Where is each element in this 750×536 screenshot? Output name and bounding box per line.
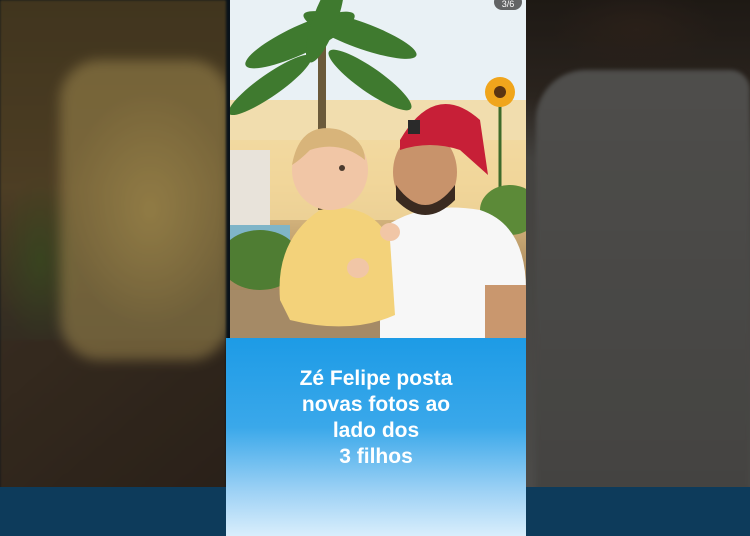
story-card[interactable]: 3/6 Zé Felipe posta novas fotos ao lado … bbox=[226, 0, 526, 536]
caption-line: lado dos bbox=[332, 419, 420, 442]
caption-line: 3 filhos bbox=[339, 445, 413, 468]
story-caption[interactable]: Zé Felipe posta novas fotos ao lado dos … bbox=[226, 366, 526, 470]
caption-line: novas fotos ao bbox=[301, 393, 451, 416]
story-photo bbox=[230, 0, 526, 338]
photo-counter-badge: 3/6 bbox=[494, 0, 522, 10]
caption-panel: Zé Felipe posta novas fotos ao lado dos … bbox=[226, 338, 526, 536]
caption-line: Zé Felipe posta bbox=[299, 367, 453, 390]
photo-illustration bbox=[230, 0, 526, 338]
